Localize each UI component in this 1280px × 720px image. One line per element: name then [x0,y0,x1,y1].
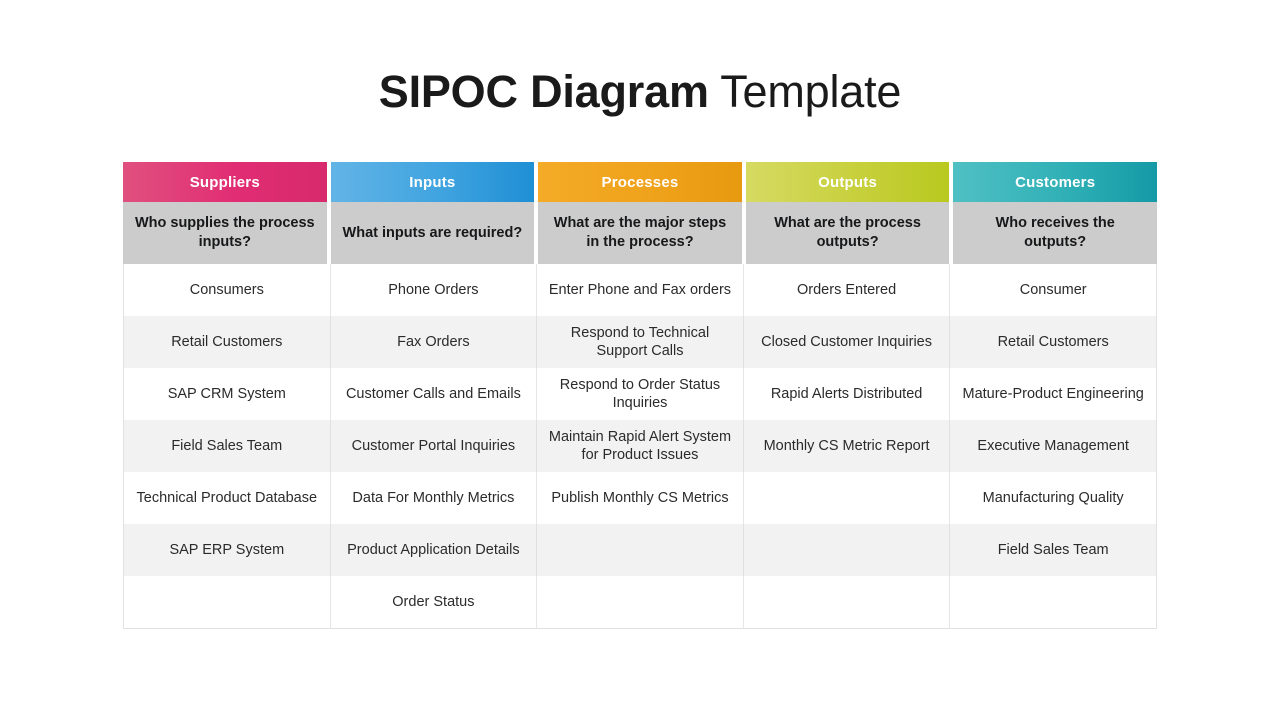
question-cell-inputs: What inputs are required? [330,202,535,264]
cell-suppliers[interactable]: Technical Product Database [124,472,331,524]
cell-inputs[interactable]: Customer Portal Inquiries [331,420,538,472]
table-row[interactable]: Order Status [124,576,1156,628]
table-row[interactable]: SAP ERP System Product Application Detai… [124,524,1156,576]
table-row[interactable]: SAP CRM System Customer Calls and Emails… [124,368,1156,420]
cell-inputs[interactable]: Order Status [331,576,538,628]
cell-customers[interactable]: Consumer [950,264,1156,316]
sipoc-table: Suppliers Inputs Processes Outputs Custo… [123,162,1157,629]
page-title-light: Template [708,66,902,117]
question-cell-suppliers: Who supplies the process inputs? [123,202,327,264]
page-title-bold: SIPOC Diagram [378,66,709,117]
table-row[interactable]: Technical Product Database Data For Mont… [124,472,1156,524]
table-row[interactable]: Retail Customers Fax Orders Respond to T… [124,316,1156,368]
column-header-customers[interactable]: Customers [953,162,1157,202]
cell-processes[interactable]: Publish Monthly CS Metrics [537,472,744,524]
table-row[interactable]: Consumers Phone Orders Enter Phone and F… [124,264,1156,316]
column-header-outputs-label: Outputs [818,173,878,191]
column-header-outputs[interactable]: Outputs [745,162,950,202]
cell-customers[interactable]: Field Sales Team [950,524,1156,576]
table-header-row: Suppliers Inputs Processes Outputs Custo… [123,162,1157,202]
cell-processes[interactable]: Respond to Order Status Inquiries [537,368,744,420]
cell-customers[interactable]: Executive Management [950,420,1156,472]
column-header-processes-label: Processes [601,173,679,191]
cell-suppliers[interactable] [124,576,331,628]
table-question-row: Who supplies the process inputs? What in… [123,202,1157,264]
table-row[interactable]: Field Sales Team Customer Portal Inquiri… [124,420,1156,472]
column-header-suppliers-label: Suppliers [189,173,260,191]
cell-inputs[interactable]: Customer Calls and Emails [331,368,538,420]
cell-outputs[interactable] [744,472,951,524]
cell-suppliers[interactable]: SAP CRM System [124,368,331,420]
cell-inputs[interactable]: Fax Orders [331,316,538,368]
cell-inputs[interactable]: Phone Orders [331,264,538,316]
cell-processes[interactable]: Respond to Technical Support Calls [537,316,744,368]
cell-outputs[interactable]: Monthly CS Metric Report [744,420,951,472]
cell-suppliers[interactable]: SAP ERP System [124,524,331,576]
question-cell-processes: What are the major steps in the process? [538,202,742,264]
cell-processes[interactable]: Enter Phone and Fax orders [537,264,744,316]
cell-suppliers[interactable]: Field Sales Team [124,420,331,472]
column-header-inputs-label: Inputs [409,173,456,191]
cell-outputs[interactable]: Rapid Alerts Distributed [744,368,951,420]
column-header-customers-label: Customers [1015,173,1096,191]
cell-customers[interactable]: Manufacturing Quality [950,472,1156,524]
cell-processes[interactable] [537,524,744,576]
cell-processes[interactable]: Maintain Rapid Alert System for Product … [537,420,744,472]
table-body: Consumers Phone Orders Enter Phone and F… [123,264,1157,629]
cell-suppliers[interactable]: Retail Customers [124,316,331,368]
column-header-processes[interactable]: Processes [538,162,742,202]
cell-processes[interactable] [537,576,744,628]
cell-customers[interactable]: Mature-Product Engineering [950,368,1156,420]
cell-outputs[interactable]: Orders Entered [744,264,951,316]
cell-customers[interactable] [950,576,1156,628]
cell-inputs[interactable]: Data For Monthly Metrics [331,472,538,524]
cell-outputs[interactable]: Closed Customer Inquiries [744,316,951,368]
cell-inputs[interactable]: Product Application Details [331,524,538,576]
slide-canvas: SIPOC Diagram Template Suppliers Inputs … [0,0,1280,720]
column-header-inputs[interactable]: Inputs [330,162,535,202]
column-header-suppliers[interactable]: Suppliers [123,162,327,202]
page-title: SIPOC Diagram Template [0,62,1280,122]
cell-suppliers[interactable]: Consumers [124,264,331,316]
cell-customers[interactable]: Retail Customers [950,316,1156,368]
question-cell-outputs: What are the process outputs? [745,202,950,264]
cell-outputs[interactable] [744,524,951,576]
cell-outputs[interactable] [744,576,951,628]
question-cell-customers: Who receives the outputs? [953,202,1157,264]
